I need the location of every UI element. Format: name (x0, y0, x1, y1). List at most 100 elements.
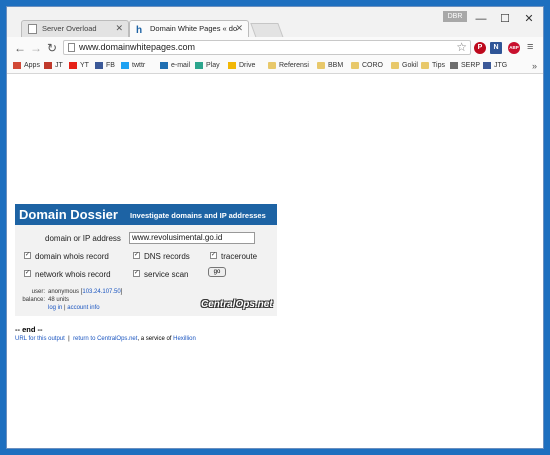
bookmarks-bar: » Apps JT YT FB twttr e-mail Play Drive Referens… (7, 59, 543, 74)
folder-icon (351, 62, 359, 69)
twitter-icon (121, 62, 129, 69)
bookmark-label: Drive (239, 62, 256, 69)
pinterest-icon[interactable]: P (474, 42, 486, 54)
folder-icon (391, 62, 399, 69)
account-info-link[interactable]: account info (67, 305, 99, 311)
bookmark-label: CORO (362, 62, 383, 69)
more-bookmarks-icon[interactable]: » (532, 61, 537, 71)
menu-icon[interactable]: ≡ (527, 41, 533, 53)
bookmark-apps[interactable]: Apps (13, 62, 40, 69)
footer-text: , a service of (137, 336, 172, 342)
bookmark-label: Tips (432, 62, 445, 69)
notepad-icon[interactable]: N (490, 42, 502, 54)
back-arrow-icon[interactable]: ← (13, 40, 27, 56)
bookmark-label: twttr (132, 62, 146, 69)
traceroute-label: traceroute (221, 252, 258, 261)
facebook-icon (95, 62, 103, 69)
dns-records-checkbox[interactable]: ✓ (133, 252, 140, 259)
navigation-toolbar: ← → ↻ www.domainwhitepages.com ☆ P N ABP… (7, 37, 543, 59)
bookmark-referensi[interactable]: Referensi (268, 62, 309, 69)
hexillion-link[interactable]: Hexillion (173, 336, 196, 342)
forward-arrow-icon[interactable]: → (29, 40, 43, 56)
tab-server-overload[interactable]: Server Overload ✕ (21, 20, 129, 37)
folder-icon (421, 62, 429, 69)
dns-records-label: DNS records (144, 252, 190, 261)
user-label: user: (31, 289, 45, 295)
bookmark-jt[interactable]: JT (44, 62, 63, 69)
bookmark-label: Apps (24, 62, 40, 69)
bookmark-label: SERP (461, 62, 481, 69)
bookmark-coro[interactable]: CORO (351, 62, 383, 69)
service-scan-checkbox[interactable]: ✓ (133, 270, 140, 277)
url-text[interactable]: www.domainwhitepages.com (79, 42, 195, 52)
bookmark-label: YT (80, 62, 89, 69)
url-output-link[interactable]: URL for this output (15, 336, 65, 342)
folder-icon (268, 62, 276, 69)
log-in-link[interactable]: log in (48, 305, 62, 311)
page-icon (28, 24, 37, 34)
go-button[interactable]: go (208, 267, 226, 277)
domain-whois-checkbox[interactable]: ✓ (24, 252, 31, 259)
bookmark-label: BBM (328, 62, 344, 69)
link-separator: | (64, 305, 66, 311)
bookmark-label: Referensi (279, 62, 309, 69)
drive-icon (228, 62, 236, 69)
bookmark-twttr[interactable]: twttr (121, 62, 145, 69)
bookmark-label: Gokil (402, 62, 418, 69)
bookmark-star-icon[interactable]: ☆ (456, 40, 467, 54)
adblock-icon[interactable]: ABP (508, 42, 520, 54)
apps-icon (13, 62, 21, 69)
service-scan-label: service scan (144, 270, 189, 279)
bookmark-drive[interactable]: Drive (228, 62, 255, 69)
browser-window: Server Overload ✕ h Domain White Pages «… (6, 6, 544, 449)
balance-label: balance: (22, 297, 45, 303)
new-tab-button[interactable] (250, 23, 284, 38)
bookmark-label: JTG (494, 62, 508, 69)
dossier-subtitle: Investigate domains and IP addresses (130, 211, 266, 220)
bookmark-jtg[interactable]: JTG (483, 62, 507, 69)
page-footer: URL for this output | return to CentralO… (15, 336, 196, 342)
ip-link[interactable]: 103.24.107.50 (82, 289, 120, 295)
bookmark-yt[interactable]: YT (69, 62, 89, 69)
account-links: log in | account info (48, 305, 100, 311)
close-tab-icon[interactable]: ✕ (235, 23, 243, 34)
tab-domain-white-pages[interactable]: h Domain White Pages « do ✕ (129, 20, 249, 37)
network-whois-checkbox[interactable]: ✓ (24, 270, 31, 277)
balance-value: 48 units (48, 297, 70, 303)
youtube-icon (69, 62, 77, 69)
domain-input[interactable]: www.revolusimental.go.id (129, 232, 255, 244)
centralops-logo[interactable]: CentralOps.net (201, 299, 273, 310)
tab-label: Domain White Pages « do (150, 24, 238, 33)
bookmark-play[interactable]: Play (195, 62, 220, 69)
bookmark-label: FB (106, 62, 115, 69)
domain-dossier-panel: Domain Dossier Investigate domains and I… (15, 204, 277, 316)
address-bar[interactable]: www.domainwhitepages.com ☆ (63, 40, 471, 55)
close-tab-icon[interactable]: ✕ (115, 23, 123, 34)
dossier-header: Domain Dossier Investigate domains and I… (15, 204, 277, 225)
bookmark-serp[interactable]: SERP (450, 62, 480, 69)
serp-icon (450, 62, 458, 69)
bookmark-gokil[interactable]: Gokil (391, 62, 418, 69)
svg-text:h: h (136, 25, 142, 34)
close-window-button[interactable]: ✕ (515, 9, 543, 29)
zoho-icon (160, 62, 168, 69)
bookmark-fb[interactable]: FB (95, 62, 115, 69)
domain-label: domain or IP address (45, 234, 121, 243)
folder-icon (317, 62, 325, 69)
bookmark-e-mail[interactable]: e-mail (160, 62, 190, 69)
return-link[interactable]: return to CentralOps.net (73, 336, 137, 342)
profile-badge[interactable]: DBR (443, 11, 467, 22)
bookmark-label: e-mail (171, 62, 191, 69)
bookmark-bbm[interactable]: BBM (317, 62, 343, 69)
tab-label: Server Overload (42, 24, 97, 33)
user-value: anonymous [ (48, 289, 83, 295)
bookmark-label: Play (206, 62, 220, 69)
reload-icon[interactable]: ↻ (45, 40, 59, 56)
bookmark-tips[interactable]: Tips (421, 62, 445, 69)
domainwhitepages-favicon-icon: h (136, 24, 145, 36)
page-icon (68, 43, 75, 52)
title-bar: Server Overload ✕ h Domain White Pages «… (7, 7, 543, 38)
traceroute-checkbox[interactable]: ✓ (210, 252, 217, 259)
network-whois-label: network whois record (35, 270, 111, 279)
dossier-title: Domain Dossier (19, 207, 118, 222)
